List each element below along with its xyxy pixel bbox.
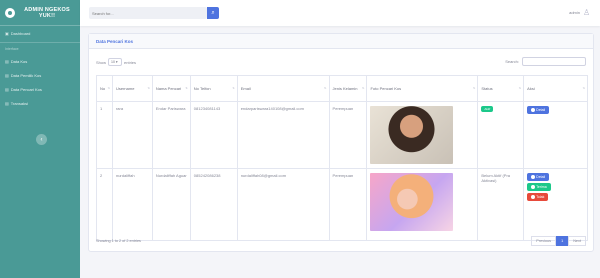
table-header-row: No ⇅ Username ⇅ Nama Pencari ⇅ No Telfon ⇅ E…: [96, 75, 588, 102]
table-row: 2 nurdaliffah Nurdaliffah Aguar 08524208…: [96, 168, 588, 241]
cell-no: 1: [96, 101, 113, 169]
sort-icon: ⇅: [107, 86, 110, 90]
chevron-left-icon: ‹: [40, 136, 43, 143]
status-badge: Aktif: [481, 106, 494, 112]
sidebar-item-label: Transaksi: [10, 100, 28, 106]
sidebar-item-label: Data Pencari Kos: [10, 86, 42, 92]
entries-select[interactable]: 10 ▾: [108, 58, 123, 66]
sidebar-item-data-kos[interactable]: ▤ Data Kos: [0, 54, 80, 68]
sort-icon: ⇅: [472, 86, 476, 90]
search-label: Search:: [505, 59, 519, 64]
card-title: Data Pencari Kos: [89, 34, 593, 49]
table-icon: ▤: [5, 58, 9, 64]
search-input[interactable]: [89, 7, 207, 19]
brand-name: ADMIN NGEKOS YUK!!: [24, 6, 70, 19]
sort-icon: ⇅: [518, 86, 522, 90]
cell-actions: Detail: [523, 101, 588, 169]
sidebar-toggle-button[interactable]: ‹: [36, 134, 47, 145]
entries-length: Show 10 ▾ entries: [96, 58, 136, 66]
reject-button[interactable]: Tolak: [527, 193, 549, 201]
sort-icon: ⇅: [361, 86, 365, 90]
check-icon: [531, 185, 536, 189]
header-email[interactable]: Email ⇅: [236, 75, 330, 102]
user-photo: [370, 106, 454, 164]
sort-icon: ⇅: [232, 86, 235, 90]
header-status[interactable]: Status ⇅: [477, 75, 525, 102]
sidebar: ADMIN NGEKOS YUK!! ▣ Dashboard Interface…: [0, 0, 80, 278]
header-username[interactable]: Username ⇅: [111, 75, 153, 102]
table-info: Showing 1 to 2 of 2 entries: [96, 239, 141, 243]
header-no-telfon[interactable]: No Telfon ⇅: [189, 75, 238, 102]
sidebar-item-data-pemilik-kos[interactable]: ▤ Data Pemilik Kos: [0, 68, 80, 82]
brand-logo-icon: [5, 7, 15, 18]
pagination: Previous 1 Next: [531, 236, 586, 246]
sidebar-item-label: Data Pemilik Kos: [10, 72, 42, 78]
detail-button[interactable]: Detail: [527, 106, 550, 114]
sidebar-item-transaksi[interactable]: ▤ Transaksi: [0, 96, 80, 110]
dashboard-icon: ▣: [5, 30, 9, 36]
sort-icon: ⇅: [147, 86, 150, 90]
entries-label: entries: [124, 59, 137, 65]
cell-username: rara: [111, 101, 153, 169]
info-icon: [531, 175, 536, 179]
sort-icon: ⇅: [582, 86, 585, 90]
user-photo: [370, 173, 454, 231]
cell-nama: Endar Pariswara: [151, 101, 191, 169]
cell-telp: 081234081143: [189, 101, 238, 169]
user-avatar-icon[interactable]: ♙: [583, 8, 591, 18]
cell-username: nurdaliffah: [111, 168, 153, 241]
pagination-page[interactable]: 1: [556, 236, 569, 246]
cell-telp: 085242086238: [189, 168, 238, 241]
info-icon: [531, 108, 536, 112]
sort-icon: ⇅: [185, 86, 188, 90]
ban-icon: [531, 195, 536, 199]
sidebar-item-dashboard[interactable]: ▣ Dashboard: [0, 26, 80, 40]
cell-nama: Nurdaliffah Aguar: [151, 168, 191, 241]
data-table: No ⇅ Username ⇅ Nama Pencari ⇅ No Telfon ⇅ E…: [96, 75, 588, 241]
pagination-previous[interactable]: Previous: [531, 236, 557, 246]
cell-actions: Detail Terima Tolak: [523, 168, 588, 241]
detail-button[interactable]: Detail: [527, 173, 550, 181]
header-nama-pencari[interactable]: Nama Pencari ⇅: [151, 75, 191, 102]
sidebar-item-label: Data Kos: [10, 58, 28, 64]
table-controls: Show 10 ▾ entries Search:: [96, 56, 586, 68]
topbar: ⌕ admin ♙: [80, 0, 600, 26]
cell-status: Aktif: [477, 101, 525, 169]
user-name[interactable]: admin: [569, 10, 580, 15]
sort-icon: ⇅: [324, 86, 327, 90]
search-button[interactable]: ⌕: [207, 7, 219, 19]
cell-email: endarpariswara140108@gmail.com: [236, 101, 330, 169]
table-search: Search:: [505, 57, 586, 66]
cell-gender: Perempuan: [328, 101, 368, 169]
header-foto[interactable]: Foto Pencari Kos ⇅: [366, 75, 479, 102]
chevron-down-icon: ▾: [114, 60, 118, 64]
pagination-next[interactable]: Next: [568, 236, 586, 246]
table-icon: ▤: [5, 100, 9, 106]
cell-photo: [366, 101, 479, 169]
brand[interactable]: ADMIN NGEKOS YUK!!: [0, 0, 80, 26]
header-jenis-kelamin[interactable]: Jenis Kelamin ⇅: [328, 75, 368, 102]
sidebar-item-data-pencari-kos[interactable]: ▤ Data Pencari Kos: [0, 82, 80, 96]
cell-photo: [366, 168, 479, 241]
sidebar-section-heading: Interface: [0, 42, 80, 54]
table-search-input[interactable]: [522, 57, 586, 66]
data-card: Data Pencari Kos Show 10 ▾ entries Searc…: [88, 33, 594, 252]
show-label: Show: [96, 59, 107, 65]
cell-email: nurdaliffah08@gmail.com: [236, 168, 330, 241]
header-no[interactable]: No ⇅: [96, 75, 113, 102]
table-icon: ▤: [5, 72, 9, 78]
accept-button[interactable]: Terima: [527, 183, 551, 191]
table-icon: ▤: [5, 86, 9, 92]
table-row: 1 rara Endar Pariswara 081234081143 enda…: [96, 101, 588, 169]
cell-no: 2: [96, 168, 113, 241]
header-aksi[interactable]: Aksi ⇅: [523, 75, 588, 102]
cell-gender: Perempuan: [328, 168, 368, 241]
search-icon: ⌕: [211, 9, 215, 16]
cell-status: Belum Aktif (Pra Aktivasi): [477, 168, 525, 241]
sidebar-item-label: Dashboard: [10, 30, 31, 36]
